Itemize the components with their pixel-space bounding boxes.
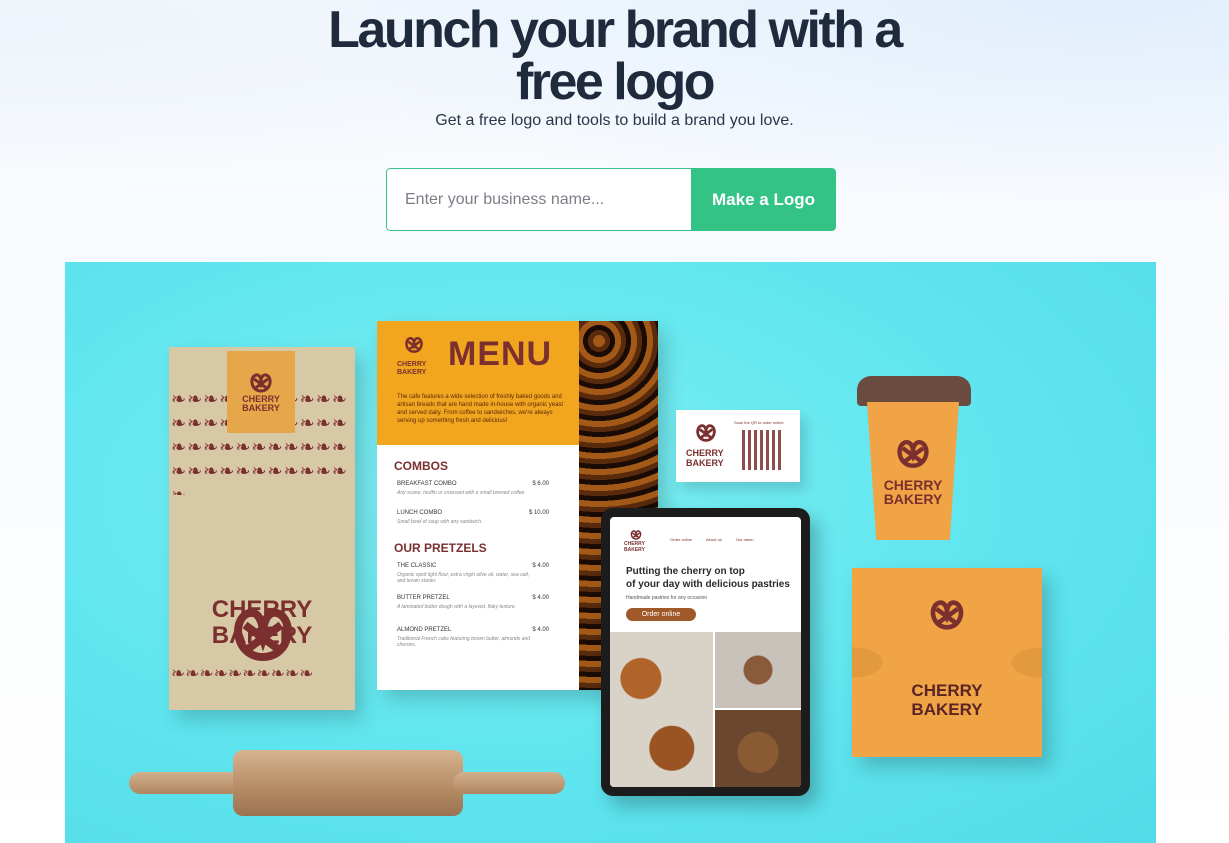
tablet-nav-item: Order online [670, 537, 693, 542]
menu-brand-2: BAKERY [397, 369, 427, 376]
card-brand-1: CHERRY [686, 448, 724, 458]
tablet-headline: Putting the cherry on top of your day wi… [626, 565, 796, 591]
page-title: Launch your brand with a free logo [0, 4, 1229, 108]
menu-item-price: $ 4.00 [532, 595, 549, 601]
menu-section-pretzels: OUR PRETZELS [394, 541, 487, 555]
pretzel-icon [930, 600, 964, 630]
pretzel-icon [405, 337, 423, 353]
pretzel-photo [610, 632, 713, 787]
make-logo-button[interactable]: Make a Logo [691, 168, 836, 231]
qr-caption: Scan the QR to order online [734, 420, 784, 425]
cup-brand-2: BAKERY [883, 491, 943, 507]
coffee-bag-mockup: ❧❧❧❧❧❧❧❧❧❧❧❧❧❧❧❧❧❧❧❧❧❧❧❧❧❧❧❧❧❧❧❧❧❧❧❧❧❧❧❧… [169, 347, 355, 710]
tablet-order-button: Order online [626, 608, 696, 621]
menu-item-note: Traditional French cake featuring brown … [397, 636, 531, 648]
pretzel-pattern: ❧❧❧❧❧❧❧❧❧❧ [171, 664, 314, 683]
tablet-headline-2: of your day with delicious pastries [626, 579, 790, 590]
tablet-mockup: CHERRY BAKERY Order online About us Our … [601, 508, 810, 796]
title-line-2: free logo [515, 53, 716, 111]
menu-item: BREAKFAST COMBO $ 6.00 [397, 481, 549, 487]
logo-form: Make a Logo [386, 168, 836, 231]
rolling-pin-handle [453, 772, 565, 794]
menu-item: ALMOND PRETZEL $ 4.00 [397, 627, 549, 633]
tablet-brand-2: BAKERY [624, 547, 645, 553]
menu-item-note: Small bowl of soup with any sandwich. [397, 519, 483, 525]
menu-item-note: Organic spelt light flour, extra virgin … [397, 572, 530, 584]
pretzel-icon [897, 440, 929, 468]
menu-brand-1: CHERRY [397, 361, 427, 368]
tablet-nav-item: About us [706, 537, 722, 542]
menu-item-name: ALMOND PRETZEL [397, 627, 452, 633]
business-card-mockup: CHERRY BAKERY Scan the QR to order onlin… [676, 410, 800, 482]
menu-header: CHERRY BAKERY MENU The cafe features a w… [377, 321, 579, 445]
menu-item: LUNCH COMBO $ 10.00 [397, 510, 549, 516]
menu-item-price: $ 6.00 [532, 481, 549, 487]
menu-item-price: $ 10.00 [528, 510, 549, 516]
menu-item-name: LUNCH COMBO [397, 510, 443, 516]
bag-brand-2: BAKERY [211, 622, 313, 649]
menu-item-price: $ 4.00 [532, 627, 549, 633]
bag-brand-text: CHERRY BAKERY [169, 598, 355, 648]
menu-title: MENU [448, 335, 553, 373]
tablet-screen: CHERRY BAKERY Order online About us Our … [610, 517, 801, 787]
tablet-nav: Order online About us Our menu [670, 537, 790, 542]
menu-item-price: $ 4.00 [532, 563, 549, 569]
menu-item-note: A laminated butter dough with a layered,… [397, 604, 517, 610]
box-brand-2: BAKERY [911, 700, 983, 719]
menu-item-name: BREAKFAST COMBO [397, 481, 457, 487]
bag-brand-1: CHERRY [211, 596, 313, 623]
qr-code-icon [742, 430, 782, 470]
cup-lid [857, 376, 971, 406]
tablet-nav-item: Our menu [735, 537, 754, 542]
pastry-box-mockup: CHERRY BAKERY [852, 568, 1042, 757]
pretzel-icon [696, 424, 716, 442]
cup-body: CHERRY BAKERY [867, 402, 959, 540]
pretzel-icon [630, 530, 642, 540]
card-brand-2: BAKERY [686, 458, 724, 468]
tablet-headline-1: Putting the cherry on top [626, 566, 745, 577]
menu-item: THE CLASSIC $ 4.00 [397, 563, 549, 569]
pretzel-icon [250, 373, 272, 393]
menu-item-name: BUTTER PRETZEL [397, 595, 450, 601]
rolling-pin [129, 748, 565, 818]
menu-item-note: Any scone, muffin or croissant with a sm… [397, 490, 526, 496]
box-brand-1: CHERRY [911, 681, 983, 700]
cupcake-photo [715, 710, 801, 787]
bag-label-brand-2: BAKERY [242, 403, 280, 413]
menu-section-combos: COMBOS [394, 459, 448, 473]
cup-brand-1: CHERRY [883, 477, 943, 493]
rolling-pin-handle [129, 772, 241, 794]
menu-item: BUTTER PRETZEL $ 4.00 [397, 595, 549, 601]
tablet-subline: Handmade pastries for any occasion [626, 595, 708, 601]
menu-intro: The cafe features a wide selection of fr… [397, 394, 564, 424]
title-line-1: Launch your brand with a [328, 1, 903, 59]
rolling-pin-barrel [233, 750, 463, 816]
page-subtitle: Get a free logo and tools to build a bra… [435, 112, 794, 129]
pastry-photo [715, 632, 801, 708]
bag-label: CHERRY BAKERY [227, 351, 295, 433]
brand-mockup-image: ❧❧❧❧❧❧❧❧❧❧❧❧❧❧❧❧❧❧❧❧❧❧❧❧❧❧❧❧❧❧❧❧❧❧❧❧❧❧❧❧… [65, 262, 1156, 843]
coffee-cup-mockup: CHERRY BAKERY [855, 376, 975, 541]
menu-item-name: THE CLASSIC [397, 563, 437, 569]
business-name-input[interactable] [386, 168, 691, 231]
